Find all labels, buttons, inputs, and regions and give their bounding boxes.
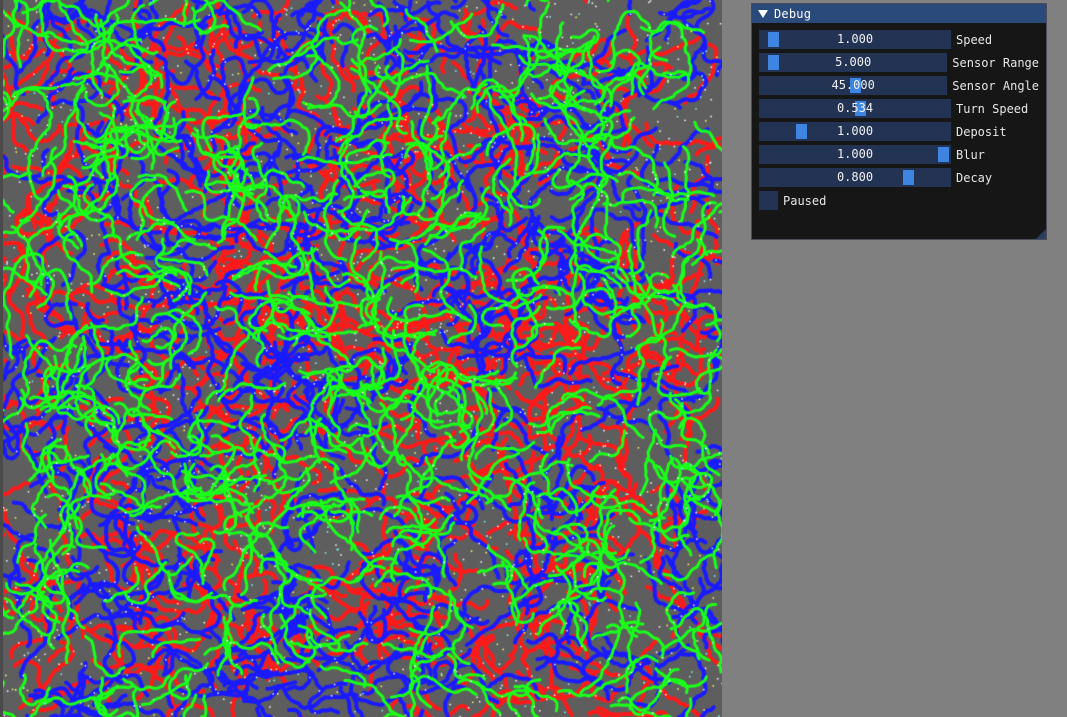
deposit-row: 1.000 Deposit: [759, 122, 1039, 141]
decay-label: Decay: [956, 170, 993, 185]
resize-grip-icon[interactable]: [1036, 229, 1046, 239]
blur-row: 1.000 Blur: [759, 145, 1039, 164]
decay-slider[interactable]: 0.800: [759, 168, 951, 187]
debug-window[interactable]: Debug 1.000 Speed 5.000 Sensor Range 45.000 S…: [751, 3, 1047, 240]
paused-row[interactable]: Paused: [759, 191, 1039, 210]
debug-controls: 1.000 Speed 5.000 Sensor Range 45.000 Sensor …: [759, 30, 1039, 214]
sensor-range-value: 5.000: [835, 55, 872, 69]
paused-label: Paused: [783, 193, 827, 208]
window-title: Debug: [774, 6, 812, 21]
turn-speed-slider[interactable]: 0.534: [759, 99, 951, 118]
simulation-viewport: [0, 0, 722, 717]
turn-speed-label: Turn Speed: [956, 101, 1029, 116]
speed-row: 1.000 Speed: [759, 30, 1039, 49]
speed-value: 1.000: [836, 32, 874, 46]
decay-value: 0.800: [836, 170, 874, 184]
blur-value: 1.000: [836, 147, 874, 161]
speed-slider[interactable]: 1.000: [759, 30, 951, 49]
sensor-angle-slider[interactable]: 45.000: [759, 76, 948, 95]
sensor-range-slider[interactable]: 5.000: [759, 53, 948, 72]
decay-row: 0.800 Decay: [759, 168, 1039, 187]
deposit-label: Deposit: [956, 124, 1007, 139]
sensor-angle-row: 45.000 Sensor Angle: [759, 76, 1039, 95]
deposit-value: 1.000: [836, 124, 874, 138]
debug-window-title-bar[interactable]: Debug: [752, 4, 1046, 23]
speed-label: Speed: [956, 32, 993, 47]
sensor-angle-value: 45.000: [831, 78, 875, 92]
paused-checkbox[interactable]: [759, 191, 778, 210]
blur-slider[interactable]: 1.000: [759, 145, 951, 164]
deposit-slider[interactable]: 1.000: [759, 122, 951, 141]
collapse-arrow-icon[interactable]: [758, 10, 768, 18]
sensor-range-row: 5.000 Sensor Range: [759, 53, 1039, 72]
turn-speed-value: 0.534: [836, 101, 874, 115]
blur-label: Blur: [956, 147, 985, 162]
sensor-range-label: Sensor Range: [952, 55, 1039, 70]
sensor-angle-label: Sensor Angle: [952, 78, 1039, 93]
turn-speed-row: 0.534 Turn Speed: [759, 99, 1039, 118]
